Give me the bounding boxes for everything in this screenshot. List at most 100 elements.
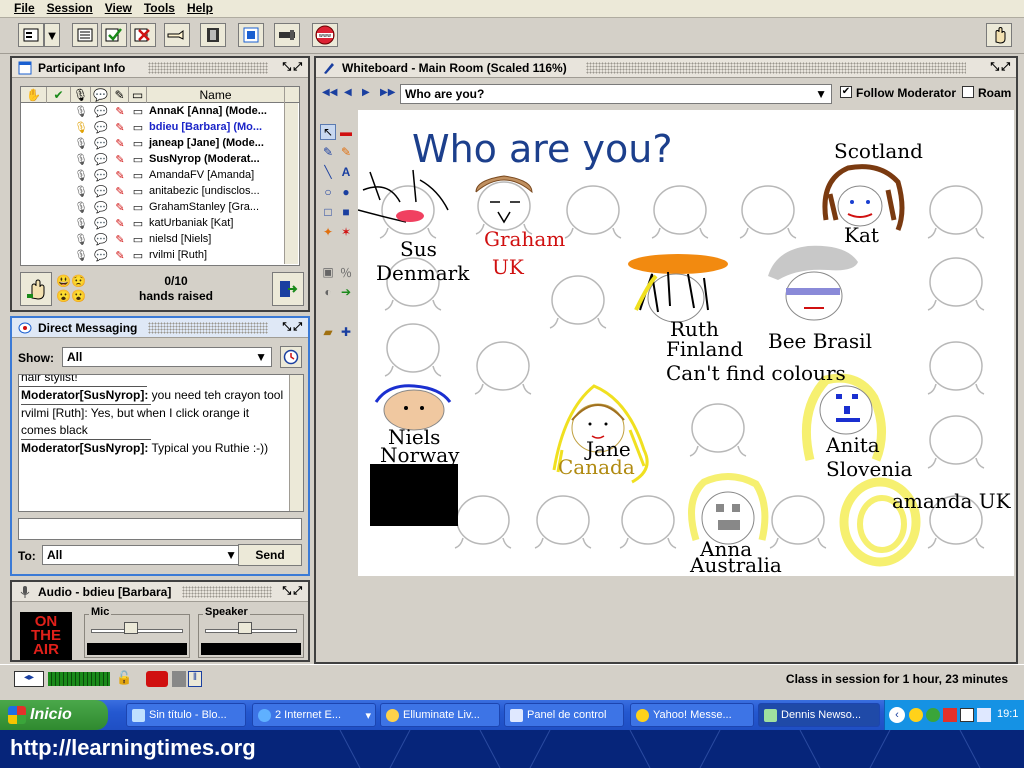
emoticons-button[interactable]: 😃😟 😮😮 — [56, 274, 88, 306]
web-tour-icon[interactable]: www — [312, 23, 338, 47]
chat-icon[interactable]: 💬 — [91, 135, 111, 151]
film-icon[interactable] — [200, 23, 226, 47]
next-screen-icon[interactable]: ▶ — [362, 87, 370, 98]
participant-row[interactable]: 🎙 💬 ✎ ▭ anitabezic [undisclos... — [21, 183, 299, 199]
appshare-checkbox-icon[interactable]: ▭ — [129, 215, 147, 231]
whiteboard-column-icon[interactable]: ✎ — [111, 87, 129, 103]
pointer-hand-icon[interactable] — [164, 23, 190, 47]
panel-window-controls[interactable]: ⤡⤢ — [282, 321, 304, 334]
menu-session[interactable]: Session — [41, 0, 99, 16]
volume-tray-icon[interactable] — [977, 708, 991, 722]
microphone-icon[interactable]: 🎙 — [71, 231, 91, 247]
pen-icon[interactable]: ✎ — [320, 144, 336, 160]
whiteboard-pen-icon[interactable]: ✎ — [111, 247, 129, 263]
exit-button[interactable] — [272, 272, 304, 306]
menu-tools[interactable]: Tools — [138, 0, 181, 16]
ellipse-icon[interactable]: ○ — [320, 184, 336, 200]
menu-help[interactable]: Help — [181, 0, 219, 16]
screen-capture-icon[interactable]: ▣ — [320, 264, 336, 280]
appshare-column-icon[interactable]: ▭ — [129, 87, 147, 103]
appshare-checkbox-icon[interactable]: ▭ — [129, 247, 147, 263]
chat-icon[interactable]: 💬 — [91, 167, 111, 183]
chat-column-icon[interactable]: 💬 — [91, 87, 111, 103]
chat-icon[interactable]: 💬 — [91, 103, 111, 119]
task-elluminate[interactable]: Elluminate Liv... — [380, 703, 500, 727]
appshare-checkbox-icon[interactable]: ▭ — [129, 103, 147, 119]
list-icon[interactable] — [72, 23, 98, 47]
stop-icon[interactable] — [172, 671, 186, 687]
participant-row[interactable]: 🎙 💬 ✎ ▭ AnnaK [Anna] (Mode... — [21, 103, 299, 119]
participant-row[interactable]: 🎙 💬 ✎ ▭ nielsd [Niels] — [21, 231, 299, 247]
speech-icon[interactable]: ◐ — [320, 284, 336, 300]
pause-icon[interactable]: ‖ — [188, 671, 202, 687]
microphone-icon[interactable]: 🎙 — [71, 247, 91, 263]
whiteboard-canvas[interactable]: Who are you? Sus Denmark Graham UK Scotl… — [358, 110, 1014, 576]
task-internet-explorer[interactable]: 2 Internet E... ▾ — [252, 703, 376, 727]
show-select[interactable]: All ▼ — [62, 347, 272, 367]
chat-icon[interactable]: 💬 — [91, 151, 111, 167]
microphone-icon[interactable]: 🎙 — [71, 167, 91, 183]
chat-icon[interactable]: 💬 — [91, 199, 111, 215]
lock-icon[interactable]: 🔓 — [116, 670, 132, 686]
participant-row[interactable]: 🎙 💬 ✎ ▭ bdieu [Barbara] (Mo... — [21, 119, 299, 135]
chat-icon[interactable]: 💬 — [91, 247, 111, 263]
microphone-icon[interactable]: 🎙 — [71, 135, 91, 151]
text-tool-icon[interactable]: A — [338, 164, 354, 180]
magic-wand-icon[interactable]: ✶ — [338, 224, 354, 240]
whiteboard-pen-icon[interactable]: ✎ — [111, 135, 129, 151]
footer-url[interactable]: http://learningtimes.org — [10, 735, 256, 760]
eraser-icon[interactable]: ▬ — [338, 124, 354, 140]
panel-window-controls[interactable]: ⤡⤢ — [282, 61, 304, 74]
security-tray-icon[interactable] — [926, 708, 940, 722]
name-column-header[interactable]: Name — [147, 87, 285, 103]
appshare-checkbox-icon[interactable]: ▭ — [129, 167, 147, 183]
panel-window-controls[interactable]: ⤡⤢ — [990, 61, 1012, 74]
microphone-icon[interactable]: 🎙 — [71, 215, 91, 231]
chat-icon[interactable]: 💬 — [91, 215, 111, 231]
hand-raise-icon[interactable] — [986, 23, 1012, 47]
scale-icon[interactable]: ％ — [338, 264, 354, 280]
participant-scrollbar[interactable] — [284, 103, 298, 264]
whiteboard-pen-icon[interactable]: ✎ — [111, 167, 129, 183]
revoke-all-icon[interactable] — [130, 23, 156, 47]
folder-icon[interactable]: ▰ — [320, 324, 336, 340]
menu-file[interactable]: File — [0, 0, 41, 16]
microphone-icon[interactable]: 🎙 — [71, 103, 91, 119]
speaker-slider-knob[interactable] — [237, 622, 252, 634]
whiteboard-pen-icon[interactable]: ✎ — [111, 199, 129, 215]
microphone-icon[interactable]: 🎙 — [71, 119, 91, 135]
filled-rectangle-icon[interactable]: ■ — [338, 204, 354, 220]
chat-icon[interactable]: 💬 — [91, 119, 111, 135]
tray-expand-icon[interactable]: ‹ — [889, 707, 905, 723]
mic-slider-knob[interactable] — [123, 622, 138, 634]
panel-window-controls[interactable]: ⤡⤢ — [282, 585, 304, 598]
app-share-icon[interactable] — [238, 23, 264, 47]
prev-screen-icon[interactable]: ◀ — [344, 87, 352, 98]
task-yahoo-messenger[interactable]: Yahoo! Messe... — [630, 703, 754, 727]
microphone-icon[interactable]: 🎙 — [71, 199, 91, 215]
microphone-icon[interactable]: 🎙 — [71, 183, 91, 199]
audio-column-icon[interactable]: 🎙 — [71, 87, 91, 103]
whiteboard-pen-icon[interactable]: ✎ — [111, 215, 129, 231]
first-screen-icon[interactable]: ◀◀ — [322, 87, 337, 98]
rectangle-icon[interactable]: □ — [320, 204, 336, 220]
messenger-tray-icon[interactable] — [943, 708, 957, 722]
chat-icon[interactable]: 💬 — [91, 183, 111, 199]
whiteboard-pen-icon[interactable]: ✎ — [111, 103, 129, 119]
participant-row[interactable]: 🎙 💬 ✎ ▭ janeap [Jane] (Mode... — [21, 135, 299, 151]
task-dennis-newson[interactable]: Dennis Newso... — [758, 703, 880, 727]
message-log[interactable]: nair stylist! Moderator[SusNyrop]: you n… — [18, 374, 304, 512]
record-icon[interactable] — [146, 671, 168, 687]
timer-icon[interactable] — [274, 23, 300, 47]
participant-row[interactable]: 🎙 💬 ✎ ▭ katUrbaniak [Kat] — [21, 215, 299, 231]
appshare-checkbox-icon[interactable]: ▭ — [129, 151, 147, 167]
whiteboard-pen-icon[interactable]: ✎ — [111, 183, 129, 199]
microphone-icon[interactable]: 🎙 — [71, 151, 91, 167]
grant-all-icon[interactable] — [101, 23, 127, 47]
hand-column-icon[interactable]: ✋ — [21, 87, 47, 103]
whiteboard-pen-icon[interactable]: ✎ — [111, 231, 129, 247]
task-control-panel[interactable]: Panel de control — [504, 703, 624, 727]
appshare-checkbox-icon[interactable]: ▭ — [129, 119, 147, 135]
screen-select[interactable]: Who are you? ▼ — [400, 84, 832, 104]
task-notepad[interactable]: Sin título - Blo... — [126, 703, 246, 727]
